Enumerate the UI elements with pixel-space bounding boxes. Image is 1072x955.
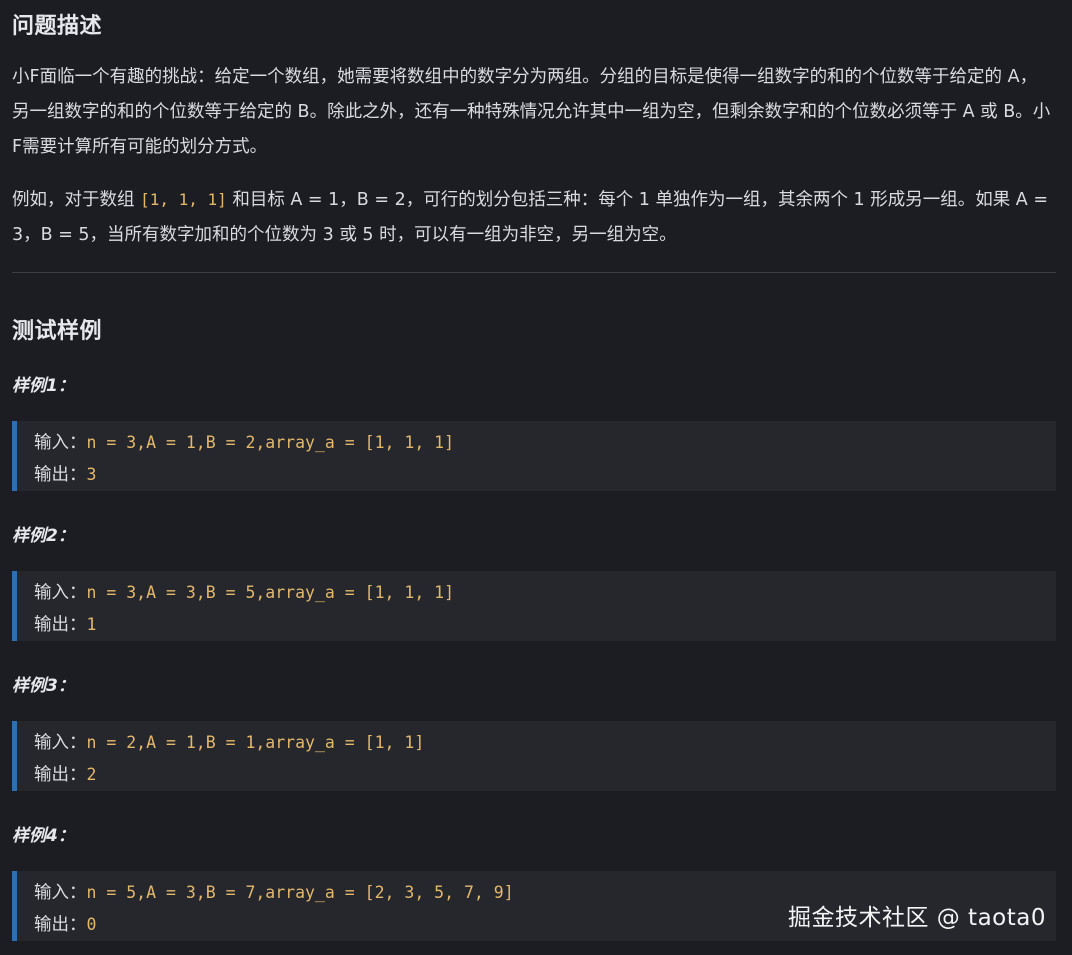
sample-input-value: n = 3,A = 1,B = 2,array_a = [1, 1, 1]: [86, 433, 455, 452]
watermark: 掘金技术社区 @ taota0: [787, 905, 1046, 931]
sample-output-value: 2: [86, 765, 97, 784]
sample-label: 样例1：: [12, 376, 75, 396]
input-label: 输入：: [34, 883, 87, 903]
example-text-before: 例如，对于数组: [12, 190, 141, 210]
inline-code-array: [1, 1, 1]: [140, 190, 227, 209]
sample-label: 样例4：: [12, 826, 75, 846]
input-label: 输入：: [34, 433, 87, 453]
sample-output-value: 0: [86, 915, 97, 934]
sample-input-line: 输入：n = 2,A = 1,B = 1,array_a = [1, 1]: [34, 727, 1056, 759]
problem-heading: 问题描述: [12, 14, 103, 39]
sample-input-line: 输入：n = 3,A = 3,B = 5,array_a = [1, 1, 1]: [34, 577, 1056, 609]
output-label: 输出：: [34, 915, 87, 935]
sample-code-block: 输入：n = 3,A = 1,B = 2,array_a = [1, 1, 1]…: [12, 421, 1056, 491]
sample-output-value: 1: [86, 615, 97, 634]
sample-input-value: n = 3,A = 3,B = 5,array_a = [1, 1, 1]: [86, 583, 455, 602]
output-label: 输出：: [34, 615, 87, 635]
sample-output-line: 输出：3: [34, 459, 1056, 491]
sample-input-value: n = 5,A = 3,B = 7,array_a = [2, 3, 5, 7,…: [86, 883, 514, 902]
input-label: 输入：: [34, 583, 87, 603]
sample-code-block: 输入：n = 2,A = 1,B = 1,array_a = [1, 1] 输出…: [12, 721, 1056, 791]
sample-output-line: 输出：1: [34, 609, 1056, 641]
output-label: 输出：: [34, 465, 87, 485]
tests-heading: 测试样例: [12, 319, 103, 344]
input-label: 输入：: [34, 733, 87, 753]
problem-example-paragraph: 例如，对于数组 [1, 1, 1] 和目标 A = 1，B = 2，可行的划分包…: [12, 182, 1052, 253]
sample-output-value: 3: [86, 465, 97, 484]
sample-label: 样例3：: [12, 676, 75, 696]
output-label: 输出：: [34, 765, 87, 785]
sample-input-value: n = 2,A = 1,B = 1,array_a = [1, 1]: [86, 733, 425, 752]
sample-label: 样例2：: [12, 526, 75, 546]
sample-output-line: 输出：2: [34, 759, 1056, 791]
section-divider: [12, 272, 1056, 273]
sample-input-line: 输入：n = 3,A = 1,B = 2,array_a = [1, 1, 1]: [34, 427, 1056, 459]
problem-description: 小F面临一个有趣的挑战：给定一个数组，她需要将数组中的数字分为两组。分组的目标是…: [12, 67, 1051, 157]
sample-code-block: 输入：n = 3,A = 3,B = 5,array_a = [1, 1, 1]…: [12, 571, 1056, 641]
